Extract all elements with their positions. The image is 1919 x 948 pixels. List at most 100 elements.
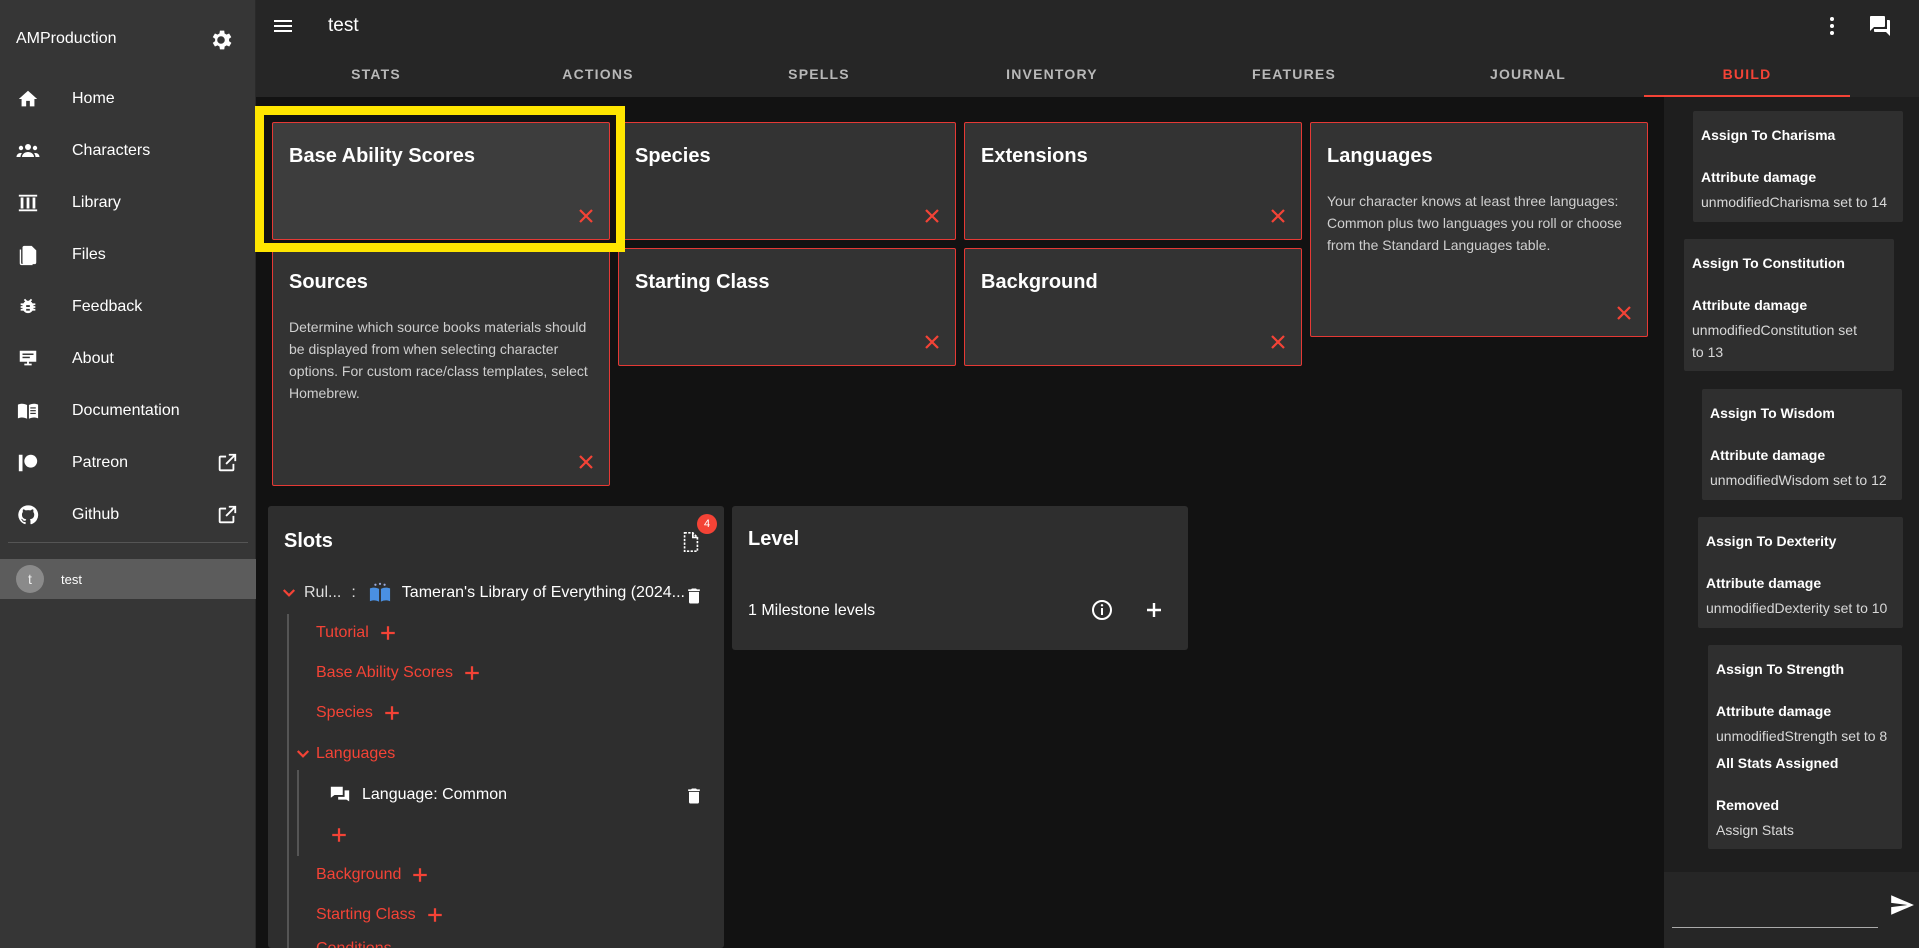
card-extensions[interactable]: Extensions bbox=[964, 122, 1302, 240]
slot-label: Tutorial bbox=[316, 624, 369, 641]
log-action: Attribute damage bbox=[1701, 169, 1817, 185]
slot-starting-class[interactable]: Starting Class bbox=[316, 906, 444, 924]
info-icon[interactable] bbox=[1090, 598, 1114, 622]
log-action: Attribute damage bbox=[1716, 703, 1832, 719]
card-starting-class[interactable]: Starting Class bbox=[618, 248, 956, 366]
gear-icon[interactable] bbox=[208, 27, 234, 53]
add-language-icon[interactable] bbox=[330, 826, 348, 844]
tree-line bbox=[287, 614, 289, 948]
sidebar-item-github[interactable]: Github bbox=[0, 489, 256, 541]
close-icon[interactable] bbox=[923, 333, 941, 351]
slot-label: Base Ability Scores bbox=[316, 664, 453, 681]
add-icon[interactable] bbox=[379, 624, 397, 642]
send-icon[interactable] bbox=[1889, 892, 1915, 918]
trash-icon[interactable] bbox=[684, 585, 704, 607]
log-entry: Assign To Dexterity Attribute damage unm… bbox=[1698, 517, 1903, 628]
people-icon bbox=[16, 139, 40, 163]
tab-journal[interactable]: JOURNAL bbox=[1425, 51, 1631, 97]
brand-title: AMProduction bbox=[16, 30, 117, 47]
tab-spells[interactable]: SPELLS bbox=[716, 51, 922, 97]
add-icon[interactable] bbox=[426, 906, 444, 924]
log-value: unmodifiedWisdom set to 12 bbox=[1710, 472, 1887, 488]
card-title: Starting Class bbox=[635, 271, 770, 293]
sidebar-character-item[interactable]: t test bbox=[0, 559, 256, 599]
slot-conditions[interactable]: Conditions bbox=[316, 940, 392, 948]
sidebar-item-label: Patreon bbox=[72, 454, 129, 471]
tab-inventory[interactable]: INVENTORY bbox=[949, 51, 1155, 97]
log-value: Assign Stats bbox=[1716, 822, 1794, 838]
more-vert-icon[interactable] bbox=[1820, 14, 1844, 38]
sidebar-item-documentation[interactable]: Documentation bbox=[0, 385, 256, 437]
slot-label: Starting Class bbox=[316, 906, 416, 923]
slots-title: Slots bbox=[284, 530, 333, 552]
card-description: Determine which source books materials s… bbox=[289, 319, 588, 401]
external-link-icon[interactable] bbox=[216, 452, 238, 474]
ruleset-row[interactable]: Rul... : Tameran's Library of Everything… bbox=[280, 582, 716, 604]
about-icon bbox=[16, 347, 40, 371]
sidebar-item-library[interactable]: Library bbox=[0, 177, 256, 229]
sidebar: AMProduction Home Characters Library Fil… bbox=[0, 0, 256, 948]
log-action: Attribute damage bbox=[1692, 297, 1808, 313]
log-title: All Stats Assigned bbox=[1716, 755, 1839, 771]
tab-actions[interactable]: ACTIONS bbox=[495, 51, 701, 97]
slot-background[interactable]: Background bbox=[316, 866, 429, 884]
log-entry: Assign To Strength Attribute damage unmo… bbox=[1708, 645, 1902, 849]
add-icon[interactable] bbox=[411, 866, 429, 884]
card-sources[interactable]: Sources Determine which source books mat… bbox=[272, 248, 610, 486]
card-title: Languages bbox=[1327, 145, 1433, 167]
slot-species[interactable]: Species bbox=[316, 704, 401, 722]
library-icon bbox=[16, 191, 40, 215]
close-icon[interactable] bbox=[1269, 207, 1287, 225]
tab-features[interactable]: FEATURES bbox=[1191, 51, 1397, 97]
tab-bar: STATS ACTIONS SPELLS INVENTORY FEATURES … bbox=[256, 51, 1919, 97]
ruleset-value: Tameran's Library of Everything (2024... bbox=[401, 584, 685, 601]
chat-input[interactable] bbox=[1672, 892, 1878, 928]
chevron-down-icon[interactable] bbox=[294, 745, 312, 763]
sidebar-item-files[interactable]: Files bbox=[0, 229, 256, 281]
log-entry: Assign To Charisma Attribute damage unmo… bbox=[1693, 111, 1903, 222]
slot-languages[interactable]: Languages bbox=[294, 745, 395, 763]
chevron-down-icon[interactable] bbox=[280, 584, 298, 602]
slot-label: Background bbox=[316, 866, 402, 883]
sidebar-item-label: Documentation bbox=[72, 402, 180, 419]
level-title: Level bbox=[748, 528, 800, 550]
sidebar-item-patreon[interactable]: Patreon bbox=[0, 437, 256, 489]
card-background[interactable]: Background bbox=[964, 248, 1302, 366]
tab-build[interactable]: BUILD bbox=[1644, 51, 1850, 97]
avatar: t bbox=[16, 565, 44, 593]
card-title: Extensions bbox=[981, 145, 1088, 167]
sidebar-item-about[interactable]: About bbox=[0, 333, 256, 385]
sidebar-item-feedback[interactable]: Feedback bbox=[0, 281, 256, 333]
sidebar-item-characters[interactable]: Characters bbox=[0, 125, 256, 177]
notification-badge: 4 bbox=[697, 514, 717, 534]
sidebar-item-home[interactable]: Home bbox=[0, 73, 256, 125]
menu-icon[interactable] bbox=[271, 14, 295, 38]
close-icon[interactable] bbox=[1615, 304, 1633, 322]
document-icon[interactable] bbox=[680, 530, 702, 554]
slot-label: Species bbox=[316, 704, 373, 721]
chat-icon[interactable] bbox=[1868, 14, 1892, 38]
external-link-icon[interactable] bbox=[216, 504, 238, 526]
add-level-icon[interactable] bbox=[1142, 598, 1166, 622]
language-chat-icon bbox=[330, 786, 350, 802]
close-icon[interactable] bbox=[1269, 333, 1287, 351]
language-common-row[interactable]: Language: Common bbox=[328, 784, 507, 806]
close-icon[interactable] bbox=[923, 207, 941, 225]
add-icon[interactable] bbox=[463, 664, 481, 682]
log-value: unmodifiedCharisma set to 14 bbox=[1701, 194, 1887, 210]
trash-icon[interactable] bbox=[684, 785, 704, 807]
focus-highlight bbox=[255, 106, 625, 252]
card-languages[interactable]: Languages Your character knows at least … bbox=[1310, 122, 1648, 337]
close-icon[interactable] bbox=[577, 453, 595, 471]
github-icon bbox=[16, 503, 40, 527]
log-value: unmodifiedDexterity set to 10 bbox=[1706, 600, 1888, 616]
add-icon[interactable] bbox=[383, 704, 401, 722]
slot-tutorial[interactable]: Tutorial bbox=[316, 624, 397, 642]
bug-icon bbox=[16, 295, 40, 319]
card-species[interactable]: Species bbox=[618, 122, 956, 240]
tab-stats[interactable]: STATS bbox=[273, 51, 479, 97]
sidebar-divider bbox=[8, 542, 248, 543]
card-description: Your character knows at least three lang… bbox=[1327, 193, 1622, 253]
card-title: Species bbox=[635, 145, 711, 167]
slot-base-ability-scores[interactable]: Base Ability Scores bbox=[316, 664, 481, 682]
